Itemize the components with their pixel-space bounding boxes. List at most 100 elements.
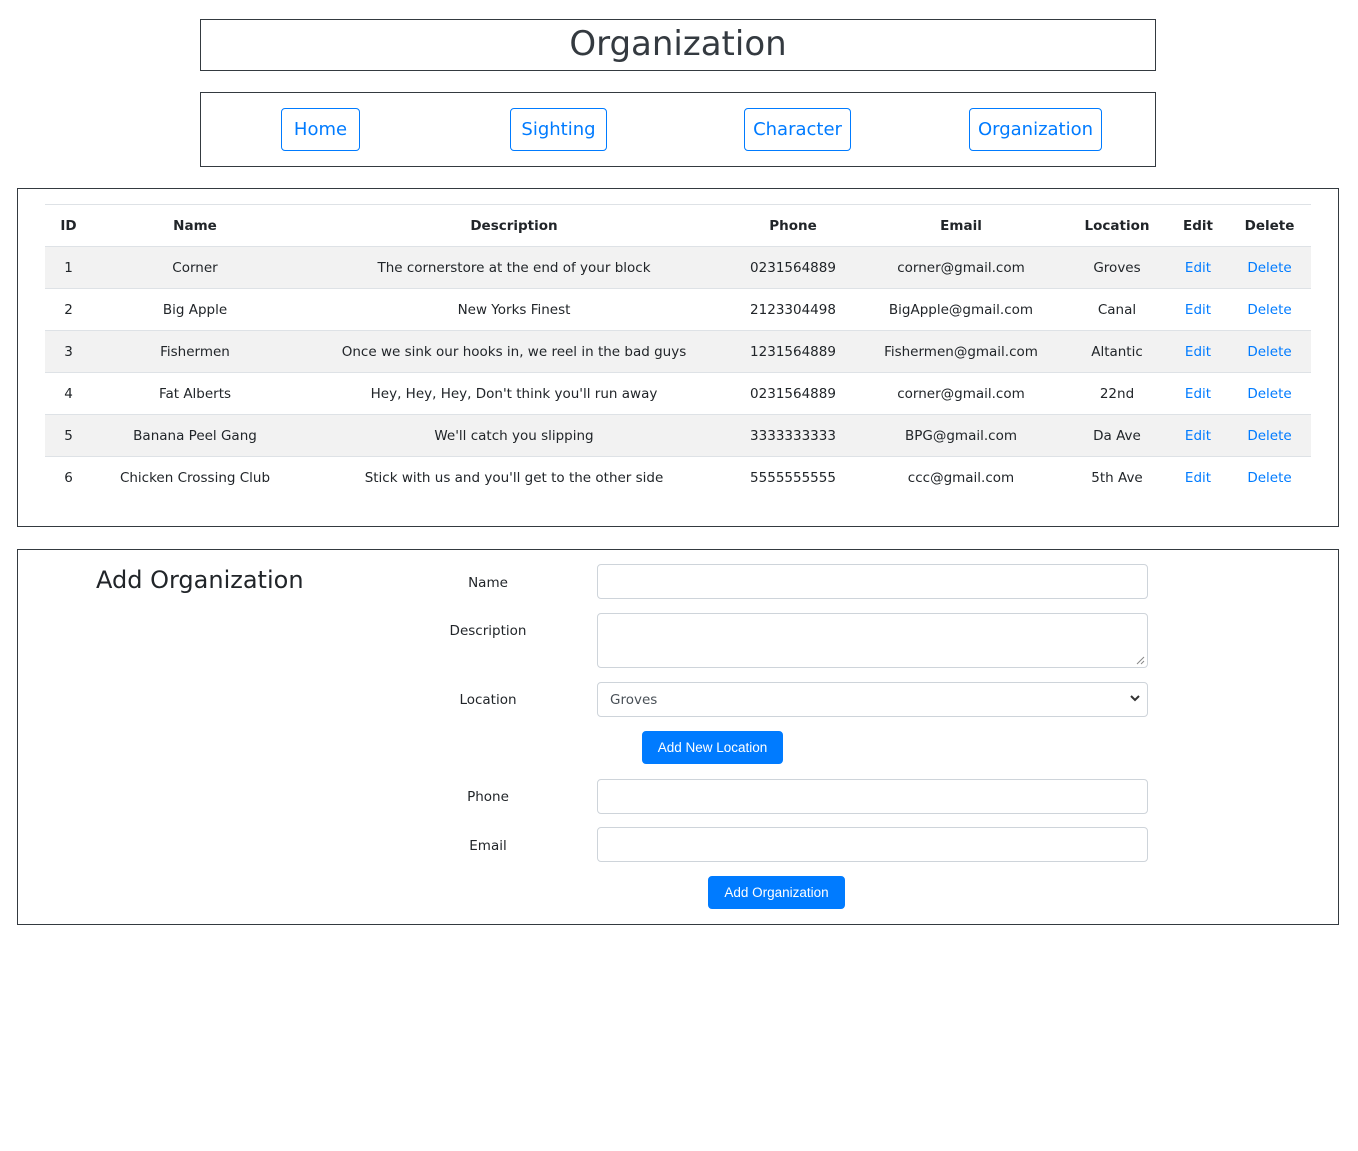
cell-id: 6 xyxy=(45,456,92,499)
cell-name: Fat Alberts xyxy=(92,372,298,415)
column-header-edit: Edit xyxy=(1168,204,1228,247)
cell-phone: 5555555555 xyxy=(730,456,856,499)
nav-bar: Home Sighting Character Organization xyxy=(200,92,1156,167)
cell-description: Once we sink our hooks in, we reel in th… xyxy=(298,330,730,373)
table-row: 4 Fat Alberts Hey, Hey, Hey, Don't think… xyxy=(45,372,1311,415)
edit-link[interactable]: Edit xyxy=(1185,344,1211,360)
description-label: Description xyxy=(449,623,527,639)
table-header-row: ID Name Description Phone Email Location… xyxy=(45,204,1311,247)
nav-home-button[interactable]: Home xyxy=(281,108,360,151)
cell-location: 22nd xyxy=(1066,372,1168,415)
add-organization-form: Add Organization Name Description Locati… xyxy=(17,549,1339,925)
cell-edit: Edit xyxy=(1168,288,1228,331)
delete-link[interactable]: Delete xyxy=(1247,260,1291,276)
name-input[interactable] xyxy=(597,564,1148,599)
add-organization-submit-button[interactable]: Add Organization xyxy=(708,876,845,909)
location-label: Location xyxy=(459,692,517,708)
cell-id: 1 xyxy=(45,246,92,289)
location-selected-value: Groves xyxy=(610,691,658,708)
edit-link[interactable]: Edit xyxy=(1185,470,1211,486)
cell-location: Groves xyxy=(1066,246,1168,289)
form-title: Add Organization xyxy=(96,566,304,594)
cell-email: BPG@gmail.com xyxy=(856,414,1066,457)
cell-delete: Delete xyxy=(1228,372,1311,415)
add-new-location-button[interactable]: Add New Location xyxy=(642,731,783,764)
nav-character-button[interactable]: Character xyxy=(744,108,851,151)
column-header-location: Location xyxy=(1066,204,1168,247)
cell-edit: Edit xyxy=(1168,414,1228,457)
cell-description: New Yorks Finest xyxy=(298,288,730,331)
table-row: 6 Chicken Crossing Club Stick with us an… xyxy=(45,456,1311,499)
delete-link[interactable]: Delete xyxy=(1247,302,1291,318)
phone-label: Phone xyxy=(467,789,509,805)
delete-link[interactable]: Delete xyxy=(1247,428,1291,444)
nav-sighting-button[interactable]: Sighting xyxy=(510,108,607,151)
column-header-name: Name xyxy=(92,204,298,247)
edit-link[interactable]: Edit xyxy=(1185,428,1211,444)
cell-email: ccc@gmail.com xyxy=(856,456,1066,499)
cell-location: 5th Ave xyxy=(1066,456,1168,499)
cell-edit: Edit xyxy=(1168,456,1228,499)
description-textarea[interactable] xyxy=(597,613,1148,668)
cell-delete: Delete xyxy=(1228,246,1311,289)
cell-location: Canal xyxy=(1066,288,1168,331)
phone-input[interactable] xyxy=(597,779,1148,814)
delete-link[interactable]: Delete xyxy=(1247,344,1291,360)
cell-location: Altantic xyxy=(1066,330,1168,373)
cell-description: Stick with us and you'll get to the othe… xyxy=(298,456,730,499)
cell-id: 2 xyxy=(45,288,92,331)
page-header: Organization xyxy=(200,19,1156,71)
cell-edit: Edit xyxy=(1168,330,1228,373)
cell-email: corner@gmail.com xyxy=(856,246,1066,289)
location-select[interactable]: Groves xyxy=(597,682,1148,717)
email-input[interactable] xyxy=(597,827,1148,862)
cell-location: Da Ave xyxy=(1066,414,1168,457)
cell-id: 3 xyxy=(45,330,92,373)
cell-id: 4 xyxy=(45,372,92,415)
edit-link[interactable]: Edit xyxy=(1185,260,1211,276)
organization-table-panel: ID Name Description Phone Email Location… xyxy=(17,188,1339,527)
cell-name: Banana Peel Gang xyxy=(92,414,298,457)
column-header-phone: Phone xyxy=(730,204,856,247)
cell-name: Fishermen xyxy=(92,330,298,373)
cell-phone: 1231564889 xyxy=(730,330,856,373)
nav-organization-button[interactable]: Organization xyxy=(969,108,1102,151)
cell-name: Big Apple xyxy=(92,288,298,331)
cell-phone: 3333333333 xyxy=(730,414,856,457)
cell-phone: 0231564889 xyxy=(730,372,856,415)
cell-delete: Delete xyxy=(1228,456,1311,499)
column-header-email: Email xyxy=(856,204,1066,247)
resize-grip-icon[interactable] xyxy=(1136,656,1145,665)
edit-link[interactable]: Edit xyxy=(1185,302,1211,318)
cell-name: Corner xyxy=(92,246,298,289)
cell-email: corner@gmail.com xyxy=(856,372,1066,415)
column-header-delete: Delete xyxy=(1228,204,1311,247)
cell-email: Fishermen@gmail.com xyxy=(856,330,1066,373)
cell-description: Hey, Hey, Hey, Don't think you'll run aw… xyxy=(298,372,730,415)
edit-link[interactable]: Edit xyxy=(1185,386,1211,402)
cell-phone: 2123304498 xyxy=(730,288,856,331)
table-row: 2 Big Apple New Yorks Finest 2123304498 … xyxy=(45,288,1311,331)
table-row: 3 Fishermen Once we sink our hooks in, w… xyxy=(45,330,1311,373)
column-header-description: Description xyxy=(298,204,730,247)
cell-delete: Delete xyxy=(1228,330,1311,373)
delete-link[interactable]: Delete xyxy=(1247,386,1291,402)
cell-description: The cornerstore at the end of your block xyxy=(298,246,730,289)
chevron-down-icon xyxy=(1130,695,1140,702)
organization-table: ID Name Description Phone Email Location… xyxy=(45,204,1311,499)
cell-phone: 0231564889 xyxy=(730,246,856,289)
email-label: Email xyxy=(469,838,507,854)
name-label: Name xyxy=(468,575,508,591)
cell-name: Chicken Crossing Club xyxy=(92,456,298,499)
cell-delete: Delete xyxy=(1228,414,1311,457)
cell-email: BigApple@gmail.com xyxy=(856,288,1066,331)
cell-description: We'll catch you slipping xyxy=(298,414,730,457)
table-row: 5 Banana Peel Gang We'll catch you slipp… xyxy=(45,414,1311,457)
table-row: 1 Corner The cornerstore at the end of y… xyxy=(45,246,1311,289)
cell-id: 5 xyxy=(45,414,92,457)
cell-edit: Edit xyxy=(1168,246,1228,289)
cell-delete: Delete xyxy=(1228,288,1311,331)
column-header-id: ID xyxy=(45,204,92,247)
page-title: Organization xyxy=(569,24,787,64)
delete-link[interactable]: Delete xyxy=(1247,470,1291,486)
